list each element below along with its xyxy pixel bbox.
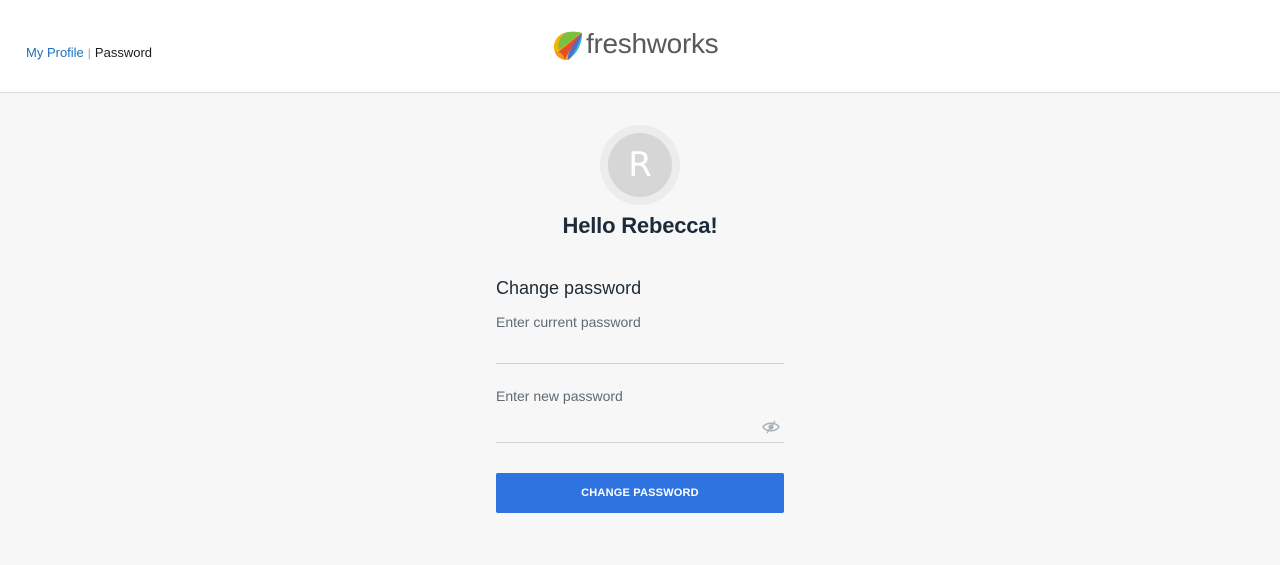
eye-off-icon[interactable] <box>762 420 780 434</box>
current-password-input[interactable] <box>496 339 756 361</box>
new-password-input[interactable] <box>496 418 756 440</box>
freshworks-logo-icon <box>554 31 582 60</box>
greeting-heading: Hello Rebecca! <box>562 213 718 238</box>
breadcrumb-separator: | <box>87 46 91 60</box>
current-password-label: Enter current password <box>496 314 641 330</box>
freshworks-logo: freshworks <box>553 28 719 63</box>
breadcrumb-my-profile-link[interactable]: My Profile <box>26 45 84 60</box>
top-header: My Profile | Password freshworks <box>0 0 1280 93</box>
breadcrumb-current-page: Password <box>94 45 152 60</box>
main-content: R Hello Rebecca! Change password Enter c… <box>0 93 1280 565</box>
new-password-field: Enter new password <box>496 388 784 443</box>
avatar: R <box>600 125 680 205</box>
new-password-label: Enter new password <box>496 388 623 404</box>
avatar-initial: R <box>608 133 672 197</box>
breadcrumb: My Profile | Password <box>26 45 152 61</box>
change-password-button[interactable]: CHANGE PASSWORD <box>496 473 784 513</box>
freshworks-wordmark: freshworks <box>586 28 719 59</box>
change-password-form: Change password Enter current password E… <box>496 276 784 513</box>
current-password-field: Enter current password <box>496 314 784 364</box>
form-title: Change password <box>496 278 642 298</box>
